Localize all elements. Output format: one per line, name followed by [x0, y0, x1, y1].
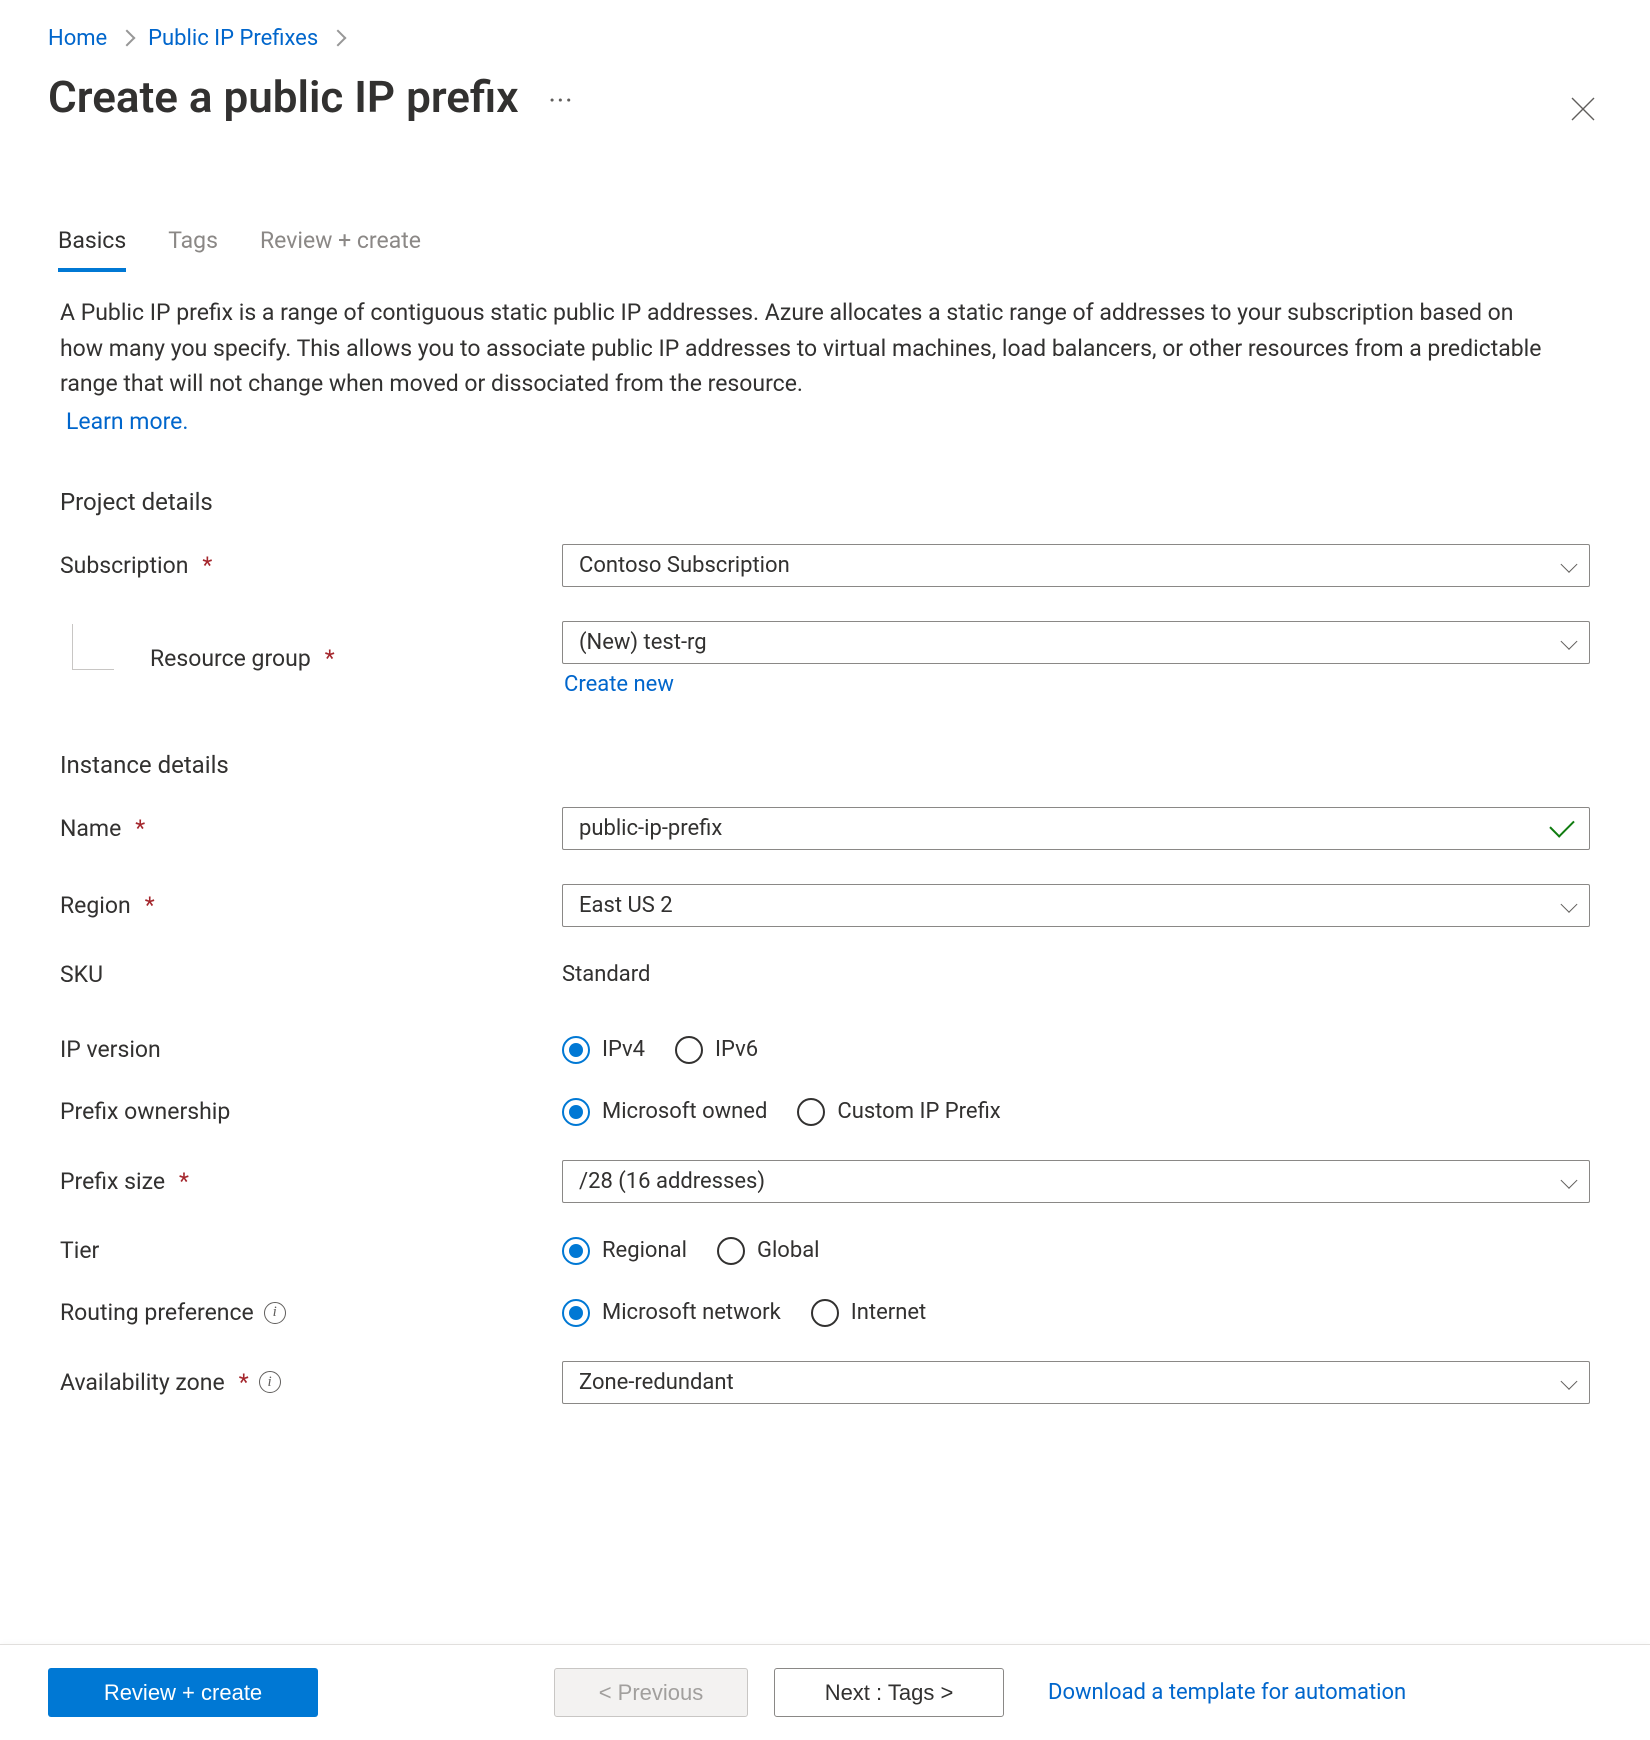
label-prefix-size: Prefix size*	[60, 1168, 562, 1195]
chevron-down-icon	[1561, 633, 1578, 650]
chevron-down-icon	[1561, 556, 1578, 573]
chevron-down-icon	[1561, 1172, 1578, 1189]
name-input[interactable]: public-ip-prefix	[562, 807, 1590, 850]
page-title: Create a public IP prefix	[48, 71, 518, 123]
radio-routing-internet[interactable]: Internet	[811, 1299, 926, 1327]
breadcrumb: Home Public IP Prefixes	[0, 0, 1650, 61]
radio-routing-ms-network[interactable]: Microsoft network	[562, 1299, 781, 1327]
tab-basics[interactable]: Basics	[58, 227, 126, 272]
required-indicator: *	[135, 815, 145, 842]
required-indicator: *	[179, 1168, 189, 1195]
radio-custom-prefix[interactable]: Custom IP Prefix	[797, 1098, 1000, 1126]
tab-review-create[interactable]: Review + create	[260, 227, 421, 272]
create-new-link[interactable]: Create new	[564, 672, 674, 697]
previous-button: < Previous	[554, 1668, 748, 1717]
subscription-select[interactable]: Contoso Subscription	[562, 544, 1590, 587]
label-ip-version: IP version	[60, 1036, 562, 1063]
chevron-down-icon	[1561, 896, 1578, 913]
breadcrumb-parent[interactable]: Public IP Prefixes	[148, 26, 318, 51]
tab-bar: Basics Tags Review + create	[0, 227, 1650, 273]
radio-ms-owned[interactable]: Microsoft owned	[562, 1098, 767, 1126]
required-indicator: *	[239, 1369, 249, 1396]
label-routing-preference: Routing preference i	[60, 1299, 562, 1326]
breadcrumb-home[interactable]: Home	[48, 26, 107, 51]
label-availability-zone: Availability zone* i	[60, 1369, 562, 1396]
region-select[interactable]: East US 2	[562, 884, 1590, 927]
info-icon[interactable]: i	[259, 1371, 281, 1393]
radio-tier-regional[interactable]: Regional	[562, 1237, 687, 1265]
label-resource-group: Resource group*	[60, 645, 562, 672]
radio-ipv4[interactable]: IPv4	[562, 1036, 645, 1064]
review-create-button[interactable]: Review + create	[48, 1668, 318, 1717]
radio-tier-global[interactable]: Global	[717, 1237, 820, 1265]
availability-zone-select[interactable]: Zone-redundant	[562, 1361, 1590, 1404]
required-indicator: *	[325, 645, 335, 672]
section-instance-details: Instance details	[60, 751, 1590, 779]
required-indicator: *	[145, 892, 155, 919]
sku-value: Standard	[562, 962, 650, 987]
chevron-right-icon	[118, 30, 135, 47]
checkmark-icon	[1549, 812, 1574, 837]
more-icon[interactable]: ···	[548, 87, 573, 115]
resource-group-select[interactable]: (New) test-rg	[562, 621, 1590, 664]
download-template-link[interactable]: Download a template for automation	[1048, 1680, 1406, 1705]
chevron-right-icon	[329, 30, 346, 47]
label-tier: Tier	[60, 1237, 562, 1264]
label-region: Region*	[60, 892, 562, 919]
chevron-down-icon	[1561, 1373, 1578, 1390]
radio-ipv6[interactable]: IPv6	[675, 1036, 758, 1064]
footer-bar: Review + create < Previous Next : Tags >…	[0, 1644, 1650, 1740]
label-prefix-ownership: Prefix ownership	[60, 1098, 562, 1125]
tab-tags[interactable]: Tags	[168, 227, 218, 272]
info-icon[interactable]: i	[264, 1302, 286, 1324]
learn-more-link[interactable]: Learn more.	[60, 404, 188, 440]
prefix-size-select[interactable]: /28 (16 addresses)	[562, 1160, 1590, 1203]
required-indicator: *	[202, 552, 212, 579]
description-text: A Public IP prefix is a range of contigu…	[0, 273, 1650, 440]
close-icon[interactable]	[1564, 83, 1602, 137]
label-subscription: Subscription*	[60, 552, 562, 579]
label-name: Name*	[60, 815, 562, 842]
label-sku: SKU	[60, 961, 562, 988]
section-project-details: Project details	[60, 488, 1590, 516]
next-button[interactable]: Next : Tags >	[774, 1668, 1004, 1717]
